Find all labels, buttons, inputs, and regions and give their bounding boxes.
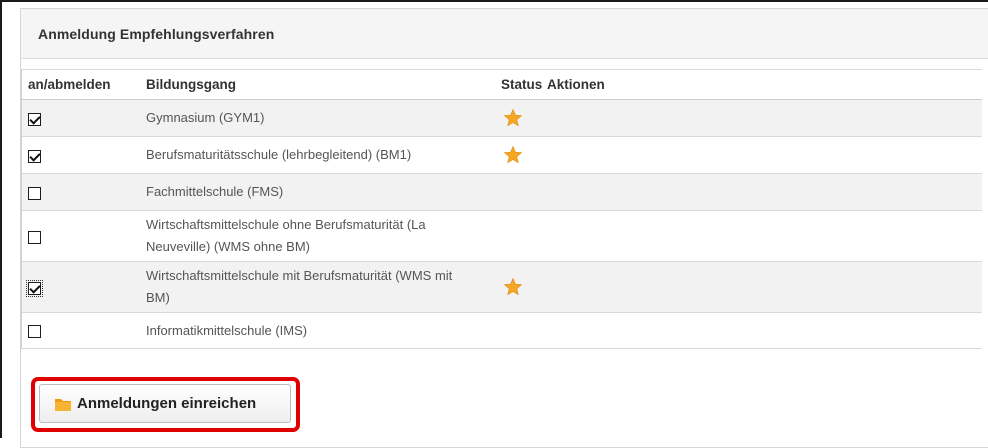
- program-label: Berufsmaturitätsschule (lehrbegleitend) …: [146, 147, 412, 162]
- status-cell: [501, 261, 547, 313]
- table-body: Gymnasium (GYM1) Berufsmaturitätsschule (…: [22, 99, 982, 349]
- table-row: Gymnasium (GYM1): [22, 99, 982, 137]
- submit-button-label: Anmeldungen einreichen: [77, 395, 257, 412]
- star-icon: [503, 277, 523, 296]
- program-cell: Berufsmaturitätsschule (lehrbegleitend) …: [146, 136, 501, 174]
- folder-icon: [55, 398, 71, 411]
- program-cell: Fachmittelschule (FMS): [146, 173, 501, 211]
- star-icon: [503, 145, 523, 164]
- table-row: Berufsmaturitätsschule (lehrbegleitend) …: [22, 136, 982, 174]
- register-checkbox[interactable]: [28, 112, 41, 126]
- status-cell: [501, 312, 547, 349]
- register-checkbox[interactable]: [28, 186, 41, 200]
- program-label: Wirtschaftsmittelschule ohne Berufsmatur…: [146, 217, 426, 232]
- table-row: Wirtschaftsmittelschule ohne Berufsmatur…: [22, 210, 982, 262]
- register-cell: [22, 312, 146, 349]
- program-cell: Wirtschaftsmittelschule mit Berufsmaturi…: [146, 261, 501, 313]
- program-label: BM): [146, 290, 170, 305]
- table-header-row: an/abmelden Bildungsgang Status Aktionen: [22, 69, 982, 100]
- actions-cell: [547, 173, 982, 211]
- register-cell: [22, 136, 146, 174]
- program-cell: Gymnasium (GYM1): [146, 99, 501, 137]
- status-cell: [501, 173, 547, 211]
- header-actions: Aktionen: [547, 69, 982, 100]
- status-cell: [501, 99, 547, 137]
- header-status: Status: [501, 69, 547, 100]
- header-program: Bildungsgang: [146, 69, 501, 100]
- table-row: Informatikmittelschule (IMS): [22, 312, 982, 349]
- actions-cell: [547, 136, 982, 174]
- status-cell: [501, 210, 547, 262]
- program-cell: Wirtschaftsmittelschule ohne Berufsmatur…: [146, 210, 501, 262]
- submit-registrations-button[interactable]: Anmeldungen einreichen: [39, 384, 291, 423]
- register-cell: [22, 99, 146, 137]
- register-checkbox[interactable]: [26, 279, 43, 297]
- programs-table: an/abmelden Bildungsgang Status Aktionen…: [22, 69, 982, 349]
- register-cell: [22, 210, 146, 262]
- status-cell: [501, 136, 547, 174]
- table-row: Fachmittelschule (FMS): [22, 173, 982, 211]
- panel-title: Anmeldung Empfehlungsverfahren: [38, 25, 275, 42]
- register-cell: [22, 261, 146, 313]
- register-checkbox[interactable]: [28, 325, 41, 339]
- program-label: Neuveville) (WMS ohne BM): [146, 239, 310, 254]
- actions-cell: [547, 261, 982, 313]
- actions-cell: [547, 99, 982, 137]
- program-label: Informatikmittelschule (IMS): [146, 322, 308, 338]
- program-label: Wirtschaftsmittelschule mit Berufsmaturi…: [146, 268, 453, 283]
- register-checkbox[interactable]: [28, 230, 41, 244]
- actions-cell: [547, 312, 982, 349]
- program-label: Gymnasium (GYM1): [146, 110, 265, 125]
- register-cell: [22, 173, 146, 211]
- table-row: Wirtschaftsmittelschule mit Berufsmaturi…: [22, 261, 982, 313]
- actions-cell: [547, 210, 982, 262]
- star-icon: [503, 108, 523, 127]
- program-cell: Informatikmittelschule (IMS): [146, 312, 501, 349]
- programs-table-wrap: an/abmelden Bildungsgang Status Aktionen…: [21, 69, 982, 349]
- program-label: Fachmittelschule (FMS): [146, 184, 284, 199]
- register-checkbox[interactable]: [28, 149, 41, 163]
- panel-header: Anmeldung Empfehlungsverfahren: [21, 9, 988, 59]
- header-register: an/abmelden: [22, 69, 146, 100]
